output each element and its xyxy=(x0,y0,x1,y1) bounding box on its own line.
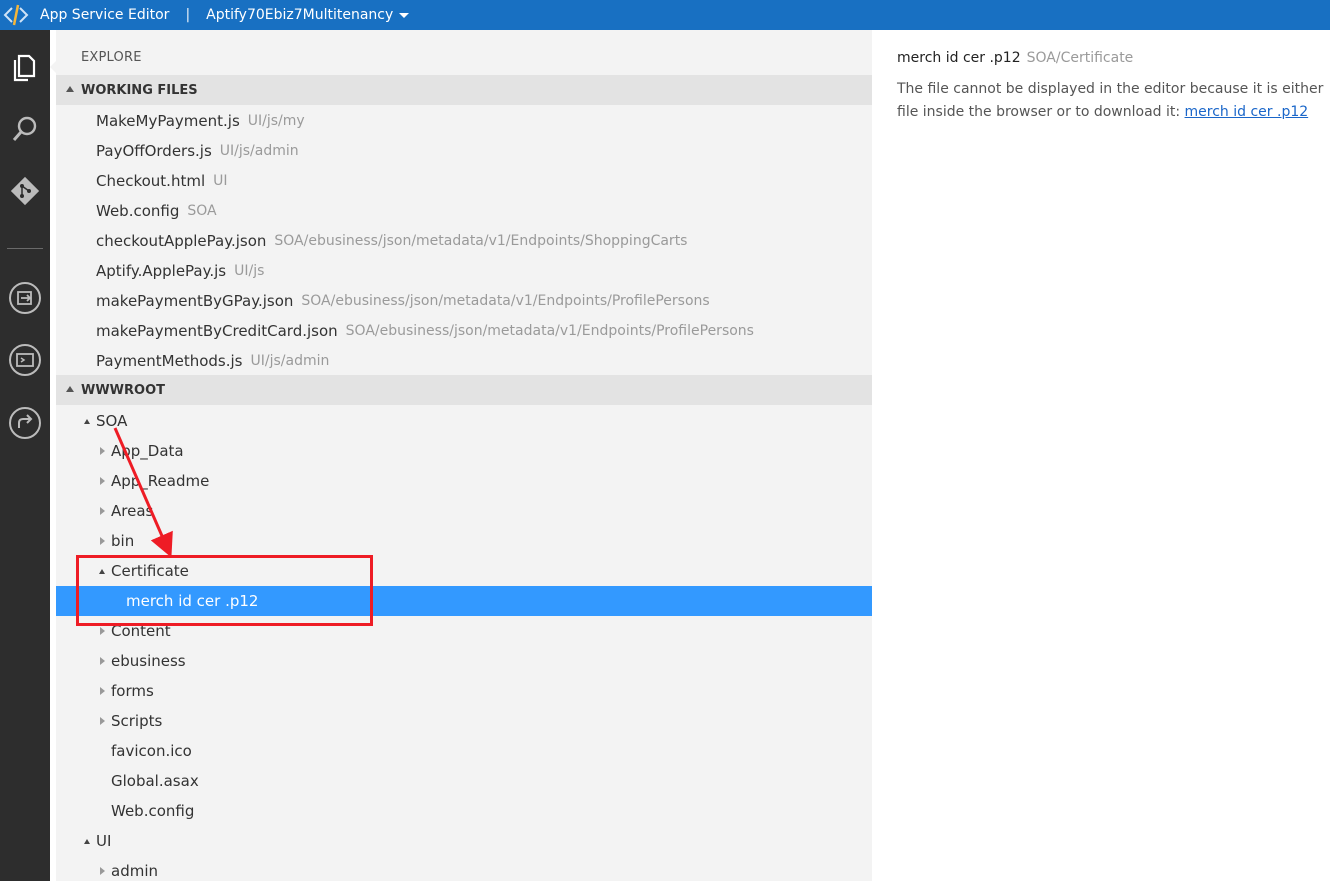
working-file-name: Checkout.html xyxy=(96,172,206,190)
working-file-path: SOA/ebusiness/json/metadata/v1/Endpoints… xyxy=(301,293,710,309)
working-file-item[interactable]: makePaymentByGPay.json SOA/ebusiness/json… xyxy=(56,286,872,316)
editor-file-name: merch id cer .p12 xyxy=(897,50,1021,66)
tree-folder-item[interactable]: bin xyxy=(56,526,872,556)
activity-bar xyxy=(0,30,50,881)
tree-item-label: bin xyxy=(111,532,135,550)
working-file-path: UI/js/admin xyxy=(219,143,299,159)
tree-file-item[interactable]: Web.config xyxy=(56,796,872,826)
app-title: App Service Editor xyxy=(40,7,170,23)
tree-item-label: App_Data xyxy=(111,442,184,460)
explorer-sidebar: EXPLORE WORKING FILES MakeMyPayment.js UI… xyxy=(56,30,872,881)
message-line-2-text: file inside the browser or to download i… xyxy=(897,104,1185,120)
tree-folder-item[interactable]: forms xyxy=(56,676,872,706)
collapsed-triangle-icon[interactable] xyxy=(100,627,105,635)
git-icon[interactable] xyxy=(0,168,50,214)
files-icon[interactable] xyxy=(0,44,50,90)
working-file-path: SOA/ebusiness/json/metadata/v1/Endpoints… xyxy=(274,233,688,249)
annotation-highlight-box xyxy=(76,555,373,626)
console-icon[interactable] xyxy=(0,337,50,383)
working-file-name: PaymentMethods.js xyxy=(96,352,243,370)
working-file-item[interactable]: PayOffOrders.js UI/js/admin xyxy=(56,136,872,166)
collapsed-triangle-icon[interactable] xyxy=(100,867,105,875)
working-file-name: Aptify.ApplePay.js xyxy=(96,262,227,280)
working-file-name: MakeMyPayment.js xyxy=(96,112,240,130)
site-name[interactable]: Aptify70Ebiz7Multitenancy xyxy=(206,7,393,23)
editor-header: merch id cer .p12 SOA/Certificate xyxy=(897,50,1133,66)
working-file-item[interactable]: checkoutApplePay.json SOA/ebusiness/json/… xyxy=(56,226,872,256)
collapsed-triangle-icon[interactable] xyxy=(100,537,105,545)
explore-title: EXPLORE xyxy=(81,50,142,65)
working-file-path: SOA xyxy=(187,203,217,219)
tree-item-label: Areas xyxy=(111,502,154,520)
working-files-header[interactable]: WORKING FILES xyxy=(56,75,872,105)
tree-item-label: forms xyxy=(111,682,154,700)
editor-file-path: SOA/Certificate xyxy=(1026,50,1134,66)
chevron-down-icon[interactable] xyxy=(399,12,410,18)
tree-item-label: Scripts xyxy=(111,712,163,730)
working-file-name: makePaymentByGPay.json xyxy=(96,292,294,310)
message-line-1: The file cannot be displayed in the edit… xyxy=(897,81,1324,97)
tree-item-label: admin xyxy=(111,862,158,880)
activity-separator xyxy=(7,248,43,249)
editor-pane: merch id cer .p12 SOA/Certificate The fil… xyxy=(872,30,1330,881)
tree-item-label: SOA xyxy=(96,412,128,430)
working-file-path: UI/js/admin xyxy=(250,353,330,369)
working-file-item[interactable]: Web.config SOA xyxy=(56,196,872,226)
tree-folder-item[interactable]: admin xyxy=(56,856,872,881)
working-file-name: makePaymentByCreditCard.json xyxy=(96,322,338,340)
collapsed-triangle-icon[interactable] xyxy=(100,657,105,665)
tree-item-label: Global.asax xyxy=(111,772,199,790)
working-file-name: PayOffOrders.js xyxy=(96,142,212,160)
working-file-name: Web.config xyxy=(96,202,180,220)
tree-folder-item[interactable]: SOA xyxy=(56,406,872,436)
collapsed-triangle-icon[interactable] xyxy=(100,687,105,695)
tree-item-label: ebusiness xyxy=(111,652,186,670)
tree-file-item[interactable]: Global.asax xyxy=(56,766,872,796)
title-separator: | xyxy=(185,7,191,23)
redeploy-icon[interactable] xyxy=(0,400,50,446)
search-icon[interactable] xyxy=(0,106,50,152)
expanded-triangle-icon[interactable] xyxy=(84,419,90,424)
working-file-item[interactable]: Aptify.ApplePay.js UI/js xyxy=(56,256,872,286)
tree-folder-item[interactable]: App_Data xyxy=(56,436,872,466)
output-icon[interactable] xyxy=(0,275,50,321)
working-file-item[interactable]: PaymentMethods.js UI/js/admin xyxy=(56,346,872,376)
working-file-path: SOA/ebusiness/json/metadata/v1/Endpoints… xyxy=(345,323,754,339)
collapse-triangle-icon xyxy=(66,86,74,92)
collapse-triangle-icon xyxy=(66,386,74,392)
tree-item-label: App_Readme xyxy=(111,472,210,490)
working-file-name: checkoutApplePay.json xyxy=(96,232,267,250)
collapsed-triangle-icon[interactable] xyxy=(100,507,105,515)
collapsed-triangle-icon[interactable] xyxy=(100,477,105,485)
working-file-path: UI/js/my xyxy=(247,113,305,129)
wwwroot-header[interactable]: WWWROOT xyxy=(56,375,872,405)
working-file-path: UI xyxy=(213,173,228,189)
expanded-triangle-icon[interactable] xyxy=(84,839,90,844)
tree-item-label: Web.config xyxy=(111,802,195,820)
working-file-item[interactable]: MakeMyPayment.js UI/js/my xyxy=(56,106,872,136)
tree-file-item[interactable]: favicon.ico xyxy=(56,736,872,766)
tree-item-label: UI xyxy=(96,832,112,850)
working-files-label: WORKING FILES xyxy=(81,82,198,98)
collapsed-triangle-icon[interactable] xyxy=(100,447,105,455)
tree-folder-item[interactable]: Areas xyxy=(56,496,872,526)
tree-folder-item[interactable]: Scripts xyxy=(56,706,872,736)
working-file-path: UI/js xyxy=(234,263,265,279)
collapsed-triangle-icon[interactable] xyxy=(100,717,105,725)
tree-item-label: favicon.ico xyxy=(111,742,192,760)
tree-folder-item[interactable]: UI xyxy=(56,826,872,856)
message-line-2: file inside the browser or to download i… xyxy=(897,101,1330,124)
tree-folder-item[interactable]: App_Readme xyxy=(56,466,872,496)
title-bar: App Service Editor | Aptify70Ebiz7Multit… xyxy=(0,0,1330,30)
tree-folder-item[interactable]: ebusiness xyxy=(56,646,872,676)
binary-file-message: The file cannot be displayed in the edit… xyxy=(897,78,1330,124)
wwwroot-label: WWWROOT xyxy=(81,382,165,398)
download-link[interactable]: merch id cer .p12 xyxy=(1185,104,1309,120)
working-file-item[interactable]: Checkout.html UI xyxy=(56,166,872,196)
app-service-editor-logo-icon xyxy=(0,0,32,30)
working-file-item[interactable]: makePaymentByCreditCard.json SOA/ebusines… xyxy=(56,316,872,346)
